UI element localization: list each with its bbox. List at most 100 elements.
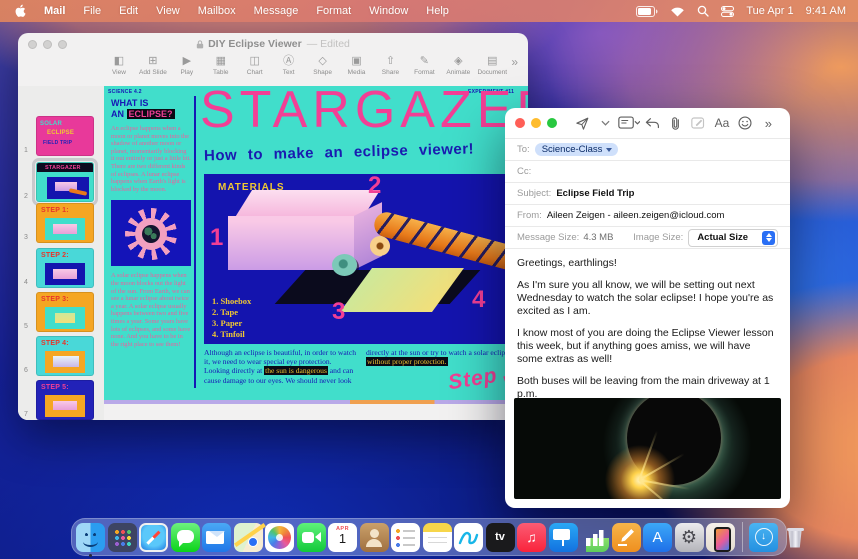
menubar-item-file[interactable]: File xyxy=(83,5,101,17)
slide-thumbnail-2-selected[interactable]: 2 STARGAZER xyxy=(24,162,94,202)
slide-thumbnail-7[interactable]: 7 STEP 5: xyxy=(24,380,94,420)
toolbar-table-button[interactable]: ▦Table xyxy=(206,55,236,76)
menubar-app-name[interactable]: Mail xyxy=(44,5,65,17)
slide-canvas[interactable]: SCIENCE 4.2 EXPERIMENT #11 WHAT IS AN EC… xyxy=(104,86,528,400)
spotlight-search-icon[interactable] xyxy=(697,5,709,17)
battery-icon[interactable] xyxy=(636,6,658,17)
dock-numbers-icon[interactable] xyxy=(580,523,609,552)
image-size-label: Image Size: xyxy=(633,232,683,243)
toolbar-document-button[interactable]: ▤Document xyxy=(477,55,507,76)
close-button[interactable] xyxy=(515,118,525,128)
keynote-traffic-lights[interactable] xyxy=(28,40,67,49)
menubar-item-edit[interactable]: Edit xyxy=(119,5,138,17)
dock-freeform-icon[interactable] xyxy=(454,523,483,552)
toolbar-play-button[interactable]: ▶Play xyxy=(172,55,202,76)
desktop: Mail File Edit View Mailbox Message Form… xyxy=(0,0,858,559)
menubar-time[interactable]: 9:41 AM xyxy=(806,5,846,17)
zoom-button[interactable] xyxy=(547,118,557,128)
toolbar-shape-button[interactable]: ◇Shape xyxy=(308,55,338,76)
dock-tv-icon[interactable]: tv xyxy=(486,523,515,552)
send-options-chevron-icon[interactable] xyxy=(594,120,617,126)
menubar-item-message[interactable]: Message xyxy=(254,5,299,17)
keynote-toolbar: ◧View ⊞Add Slide ▶Play ▦Table ◫Chart ⒶTe… xyxy=(18,55,528,86)
undo-icon[interactable] xyxy=(641,117,664,130)
subject-field[interactable]: Subject: Eclipse Field Trip xyxy=(505,182,790,204)
markup-icon[interactable] xyxy=(687,116,710,130)
zoom-button[interactable] xyxy=(58,40,67,49)
dock-photos-icon[interactable] xyxy=(265,523,294,552)
dock-maps-icon[interactable] xyxy=(234,523,263,552)
dock-iphone-mirroring-icon[interactable] xyxy=(706,523,735,552)
to-field[interactable]: To: Science-Class xyxy=(505,138,790,160)
material-number-4: 4 xyxy=(472,288,485,312)
dock-keynote-icon[interactable] xyxy=(549,523,578,552)
send-button[interactable] xyxy=(571,116,594,131)
slide-thumbnail-4[interactable]: 4 STEP 2: xyxy=(24,248,94,288)
menubar-date[interactable]: Tue Apr 1 xyxy=(746,5,793,17)
slide-heading-line1: WHAT IS xyxy=(111,98,148,108)
cc-field[interactable]: Cc: xyxy=(505,160,790,182)
emoji-button[interactable] xyxy=(734,116,757,130)
material-number-2: 2 xyxy=(368,174,381,198)
dock-app-store-icon[interactable] xyxy=(643,523,672,552)
keynote-titlebar[interactable]: DIY Eclipse Viewer — Edited xyxy=(18,33,528,55)
dock-settings-icon[interactable] xyxy=(675,523,704,552)
attachment-paperclip-icon[interactable] xyxy=(664,116,687,131)
menubar-item-help[interactable]: Help xyxy=(426,5,449,17)
dock-mail-icon[interactable] xyxy=(202,523,231,552)
dock-launchpad-icon[interactable] xyxy=(108,523,137,552)
dock-separator xyxy=(742,522,743,552)
shoebox-lid xyxy=(236,190,380,216)
wifi-icon[interactable] xyxy=(670,6,685,17)
toolbar-add-slide-button[interactable]: ⊞Add Slide xyxy=(138,55,168,76)
mail-traffic-lights[interactable] xyxy=(515,118,557,128)
dock-contacts-icon[interactable] xyxy=(360,523,389,552)
header-fields-button[interactable] xyxy=(617,116,640,130)
slide-thumbnail-3[interactable]: 3 STEP 1: xyxy=(24,203,94,243)
dock-notes-icon[interactable] xyxy=(423,523,452,552)
add-slide-icon: ⊞ xyxy=(148,55,157,67)
highlight-sun-dangerous: the sun is dangerous xyxy=(264,366,328,375)
toolbar-format-button[interactable]: ✎Format xyxy=(409,55,439,76)
toolbar-share-button[interactable]: ⇧Share xyxy=(376,55,406,76)
menubar-item-window[interactable]: Window xyxy=(369,5,408,17)
dock-calendar-icon[interactable]: APR 1 xyxy=(328,523,357,552)
minimize-button[interactable] xyxy=(531,118,541,128)
dock-downloads-folder-icon[interactable] xyxy=(749,523,778,552)
toolbar-text-button[interactable]: ⒶText xyxy=(274,55,304,76)
slide-thumbnail-6[interactable]: 6 STEP 4: xyxy=(24,336,94,376)
minimize-button[interactable] xyxy=(43,40,52,49)
menubar-item-format[interactable]: Format xyxy=(316,5,351,17)
menubar-item-view[interactable]: View xyxy=(156,5,180,17)
apple-menu-icon[interactable] xyxy=(14,4,26,18)
dock-reminders-icon[interactable] xyxy=(391,523,420,552)
dock-messages-icon[interactable] xyxy=(171,523,200,552)
toolbar-chart-button[interactable]: ◫Chart xyxy=(240,55,270,76)
dock-music-icon[interactable]: ♫ xyxy=(517,523,546,552)
close-button[interactable] xyxy=(28,40,37,49)
fonts-button[interactable]: Aa xyxy=(710,116,733,130)
toolbar-overflow-button[interactable]: » xyxy=(511,55,518,69)
recipient-token[interactable]: Science-Class xyxy=(535,143,619,156)
menubar-item-mailbox[interactable]: Mailbox xyxy=(198,5,236,17)
eclipse-photo-attachment[interactable] xyxy=(514,398,781,499)
toolbar-view-button[interactable]: ◧View xyxy=(104,55,134,76)
control-center-icon[interactable] xyxy=(721,6,734,17)
dock-trash-icon[interactable] xyxy=(781,523,810,552)
dock-facetime-icon[interactable] xyxy=(297,523,326,552)
toolbar-animate-button[interactable]: ◈Animate xyxy=(443,55,473,76)
slide-bottom-strip xyxy=(104,400,528,404)
materials-panel: MATERIALS 1 2 3 4 1. Shoebox 2. Tape 3. … xyxy=(204,174,528,344)
dock-safari-icon[interactable] xyxy=(139,523,168,552)
slide-thumbnail-1[interactable]: 1 SOLAR ECLIPSE FIELD TRIP xyxy=(24,116,94,156)
dock-pages-icon[interactable] xyxy=(612,523,641,552)
slide-thumbnail-5[interactable]: 5 STEP 3: xyxy=(24,292,94,332)
toolbar-media-button[interactable]: ▣Media xyxy=(342,55,372,76)
toolbar-overflow-button[interactable]: » xyxy=(757,116,780,131)
from-field[interactable]: From: Aileen Zeigen - aileen.zeigen@iclo… xyxy=(505,204,790,226)
stepper-icon xyxy=(762,231,775,245)
dock-finder-icon[interactable] xyxy=(76,523,105,552)
image-size-select[interactable]: Actual Size xyxy=(688,229,778,247)
mail-compose-window: Aa » To: Science-Class Cc: Subject: Ecli… xyxy=(505,108,790,508)
slide-title: STARGAZER xyxy=(200,86,528,140)
